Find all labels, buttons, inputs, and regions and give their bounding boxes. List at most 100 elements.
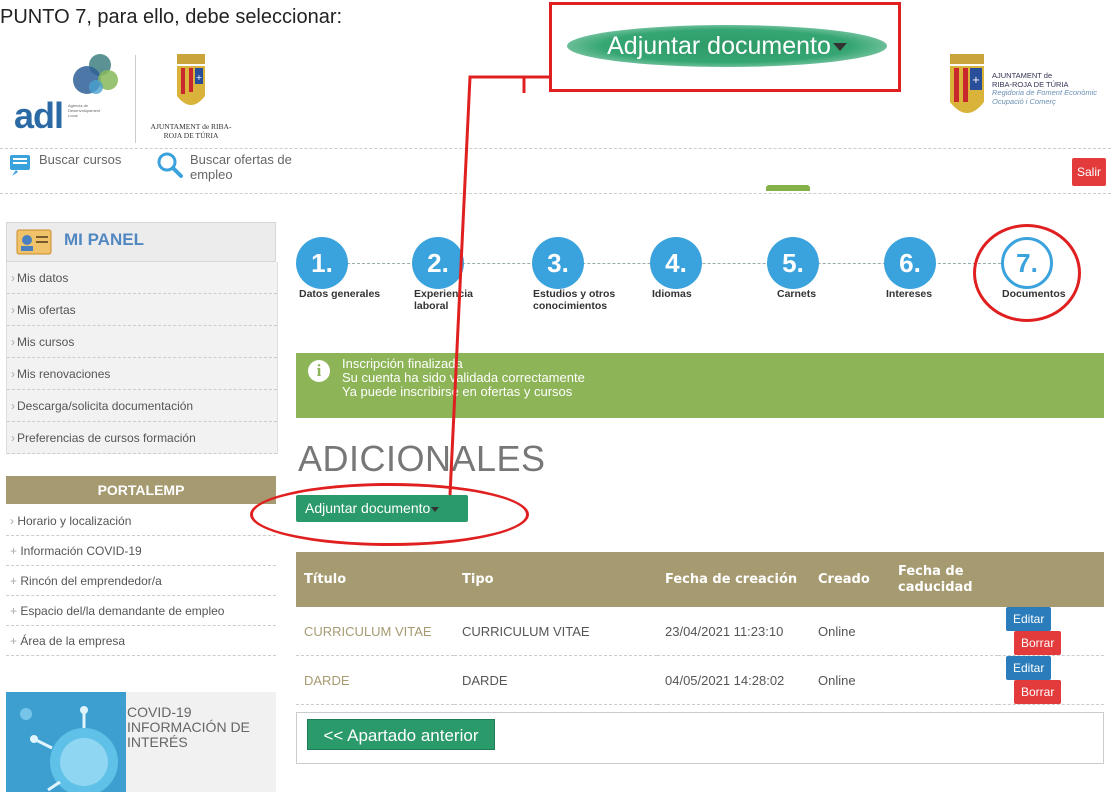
chevron-right-icon: › bbox=[11, 335, 15, 349]
column-header: Fecha de caducidad bbox=[890, 552, 998, 607]
table-row: CURRICULUM VITAE CURRICULUM VITAE 23/04/… bbox=[296, 607, 1104, 656]
cell-title[interactable]: CURRICULUM VITAE bbox=[296, 607, 454, 656]
instruction-text: PUNTO 7, para ello, debe seleccionar: bbox=[0, 6, 343, 28]
portal-item-label: Información COVID-19 bbox=[20, 544, 142, 558]
sidebar-item-mis-cursos[interactable]: › Mis cursos bbox=[7, 326, 277, 358]
chevron-right-icon: › bbox=[11, 367, 15, 381]
covid-line3: INTERÉS bbox=[127, 734, 188, 750]
cell-actions: EditarBorrar bbox=[998, 607, 1104, 656]
svg-text:+: + bbox=[196, 73, 203, 82]
panel-title: MI PANEL bbox=[64, 230, 144, 249]
table-header-row: Título Tipo Fecha de creación Creado Fec… bbox=[296, 552, 1104, 607]
cell-created: 23/04/2021 11:23:10 bbox=[657, 607, 810, 656]
virus-icon bbox=[6, 692, 126, 796]
plus-icon: + bbox=[10, 574, 21, 588]
info-line1: Inscripción finalizada bbox=[342, 356, 463, 371]
column-header: Fecha de creación bbox=[657, 552, 810, 607]
logout-button[interactable]: Salir bbox=[1072, 158, 1106, 186]
zoomed-attach-label: Adjuntar documento bbox=[607, 32, 831, 60]
step-6-circle[interactable]: 6. bbox=[884, 237, 936, 289]
adl-subtitle: Agència de Desenvolupament Local bbox=[68, 103, 101, 118]
cell-type: DARDE bbox=[454, 655, 657, 705]
portal-item-label: Área de la empresa bbox=[20, 634, 126, 648]
search-icon[interactable] bbox=[155, 150, 185, 180]
edit-button[interactable]: Editar bbox=[1006, 607, 1052, 631]
logo-divider bbox=[135, 55, 136, 143]
portal-item-label: Horario y localización bbox=[17, 514, 132, 528]
delete-button[interactable]: Borrar bbox=[1014, 631, 1062, 655]
id-card-icon bbox=[16, 228, 54, 256]
step-3-label: Estudios y otros conocimientos bbox=[533, 288, 616, 312]
plus-icon: + bbox=[10, 604, 21, 618]
sidebar-item-label: Mis ofertas bbox=[17, 303, 76, 317]
ajuntament-logo-left: + AJUNTAMENT de RIBA-ROJA DE TÚRIA bbox=[145, 50, 237, 142]
cell-type: CURRICULUM VITAE bbox=[454, 607, 657, 656]
nav-search-courses[interactable]: Buscar cursos bbox=[39, 152, 121, 167]
highlight-step-7 bbox=[973, 224, 1081, 322]
covid-line1: COVID-19 bbox=[127, 704, 192, 720]
covid-line2: INFORMACIÓN DE bbox=[127, 719, 250, 735]
chevron-right-icon: › bbox=[11, 271, 15, 285]
portalemp-menu: › Horario y localización + Información C… bbox=[6, 506, 276, 656]
chevron-right-icon: › bbox=[11, 303, 15, 317]
step-2-circle[interactable]: 2. bbox=[412, 237, 464, 289]
highlight-attach-button bbox=[250, 483, 529, 546]
sidebar-item-label: Mis cursos bbox=[17, 335, 75, 349]
table-row: DARDE DARDE 04/05/2021 14:28:02 Online E… bbox=[296, 655, 1104, 705]
zoom-callout: Adjuntar documento bbox=[549, 2, 901, 92]
portal-item-demandante[interactable]: + Espacio del/la demandante de empleo bbox=[6, 596, 276, 626]
ajuntament-right-sub2: Ocupació i Comerç bbox=[992, 96, 1056, 106]
sidebar-item-mis-datos[interactable]: › Mis datos bbox=[7, 262, 277, 294]
delete-button[interactable]: Borrar bbox=[1014, 680, 1062, 704]
plus-icon: + bbox=[10, 544, 21, 558]
document-link[interactable]: DARDE bbox=[304, 673, 350, 688]
step-4-circle[interactable]: 4. bbox=[650, 237, 702, 289]
sidebar-item-mis-renovaciones[interactable]: › Mis renovaciones bbox=[7, 358, 277, 390]
info-line3: Ya puede inscribirse en ofertas y cursos bbox=[342, 384, 573, 399]
info-line2: Su cuenta ha sido validada correctamente bbox=[342, 370, 585, 385]
adl-wordmark: adl bbox=[14, 95, 64, 136]
sidebar-item-mis-ofertas[interactable]: › Mis ofertas bbox=[7, 294, 277, 326]
caret-down-icon bbox=[832, 43, 847, 52]
portalemp-header: PORTALEMP bbox=[6, 476, 276, 504]
sidebar-item-label: Mis renovaciones bbox=[17, 367, 111, 381]
ajuntament-logo-right: + AJUNTAMENT de RIBA-ROJA DE TÚRIA Regid… bbox=[944, 52, 1111, 132]
cell-expiry bbox=[890, 655, 998, 705]
portal-item-covid[interactable]: + Información COVID-19 bbox=[6, 536, 276, 566]
sidebar-item-label: Descarga/solicita documentación bbox=[17, 399, 194, 413]
step-1-circle[interactable]: 1. bbox=[296, 237, 348, 289]
portal-item-label: Rincón del emprendedor/a bbox=[20, 574, 162, 588]
step-6-label: Intereses bbox=[886, 288, 933, 300]
nav-top-divider bbox=[0, 148, 1111, 149]
step-5-circle[interactable]: 5. bbox=[767, 237, 819, 289]
column-header-actions bbox=[998, 552, 1104, 607]
cell-title[interactable]: DARDE bbox=[296, 655, 454, 705]
nav-bottom-divider bbox=[0, 193, 1111, 194]
nav-search-offers[interactable]: Buscar ofertas de empleo bbox=[190, 152, 330, 182]
info-banner: i Inscripción finalizada Su cuenta ha si… bbox=[296, 353, 1104, 418]
previous-section-button[interactable]: << Apartado anterior bbox=[307, 719, 495, 750]
portal-item-emprendedor[interactable]: + Rincón del emprendedor/a bbox=[6, 566, 276, 596]
step-3-circle[interactable]: 3. bbox=[532, 237, 584, 289]
step-1-label: Datos generales bbox=[299, 288, 381, 300]
cell-by: Online bbox=[810, 607, 890, 656]
nav-active-indicator bbox=[766, 185, 810, 191]
sidebar-item-preferencias[interactable]: › Preferencias de cursos formación bbox=[7, 422, 277, 454]
book-search-icon[interactable] bbox=[8, 152, 36, 180]
document-link[interactable]: CURRICULUM VITAE bbox=[304, 624, 432, 639]
covid-banner-text: COVID-19 INFORMACIÓN DE INTERÉS bbox=[127, 705, 250, 750]
section-title: ADICIONALES bbox=[298, 438, 546, 479]
info-icon: i bbox=[308, 360, 330, 382]
ajuntament-left-label: AJUNTAMENT de RIBA-ROJA DE TÚRIA bbox=[150, 122, 232, 140]
zoomed-attach-button: Adjuntar documento bbox=[567, 25, 887, 67]
sidebar-item-descarga[interactable]: › Descarga/solicita documentación bbox=[7, 390, 277, 422]
documents-table: Título Tipo Fecha de creación Creado Fec… bbox=[296, 552, 1104, 705]
portal-item-empresa[interactable]: + Área de la empresa bbox=[6, 626, 276, 656]
coat-of-arms-icon: + bbox=[950, 54, 984, 113]
cell-created: 04/05/2021 14:28:02 bbox=[657, 655, 810, 705]
info-banner-text: Inscripción finalizada Su cuenta ha sido… bbox=[342, 357, 585, 399]
edit-button[interactable]: Editar bbox=[1006, 656, 1052, 680]
ajuntament-right-text: AJUNTAMENT de RIBA-ROJA DE TÚRIA Regidor… bbox=[992, 71, 1097, 106]
step-2-label: Experiencia laboral bbox=[414, 288, 473, 312]
portal-item-horario[interactable]: › Horario y localización bbox=[6, 506, 276, 536]
